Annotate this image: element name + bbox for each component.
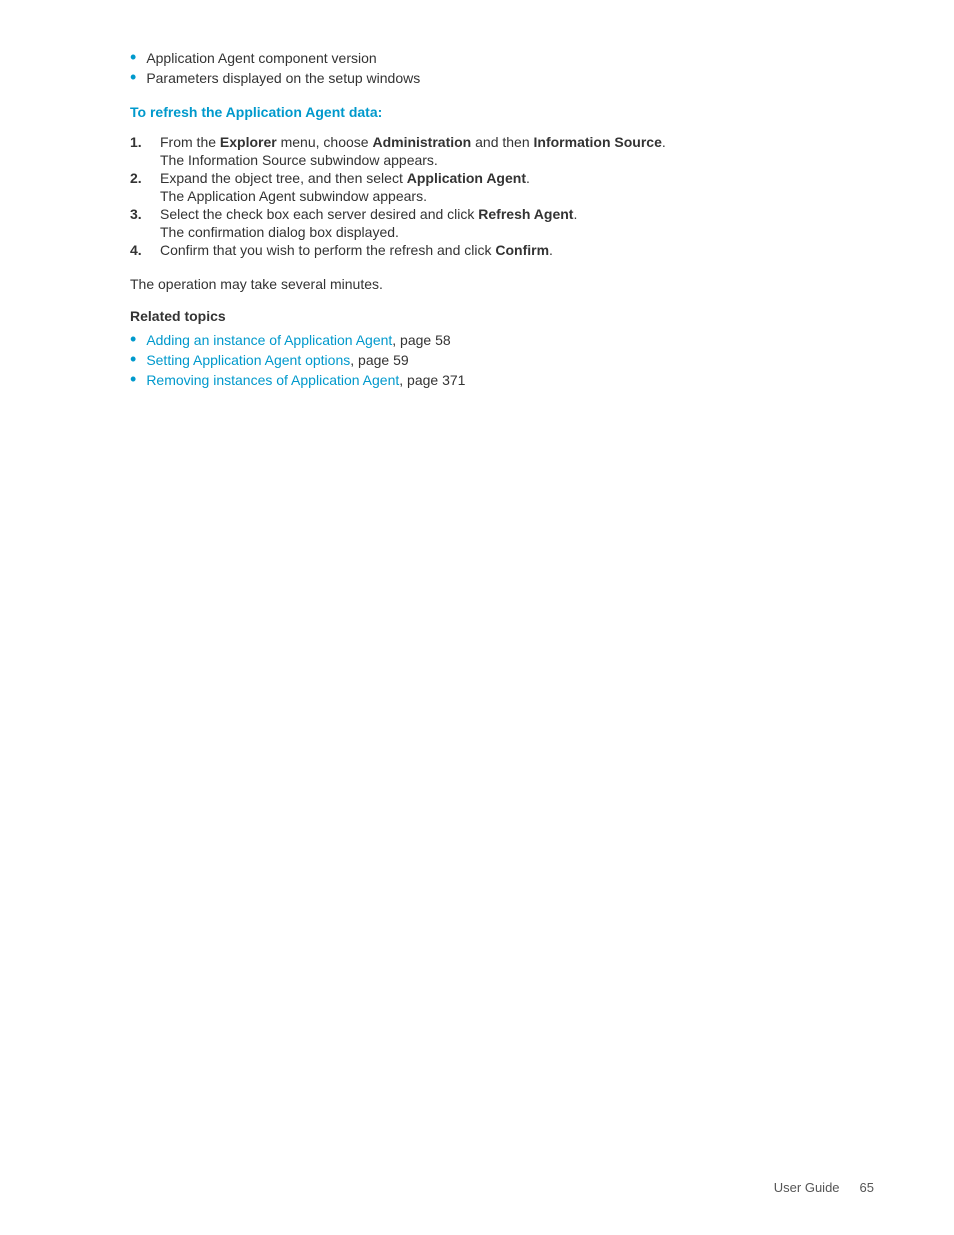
bullet-dot-1: • <box>130 48 136 66</box>
related-link-1[interactable]: Adding an instance of Application Agent <box>146 332 392 348</box>
bullet-item-1: • Application Agent component version <box>130 50 800 66</box>
step-1-content: From the Explorer menu, choose Administr… <box>160 134 800 150</box>
step-4-bold-1: Confirm <box>495 242 549 258</box>
step-2-number: 2. <box>130 170 160 186</box>
bullet-text-2: Parameters displayed on the setup window… <box>146 70 420 86</box>
related-item-2: • Setting Application Agent options, pag… <box>130 352 800 368</box>
step-4: 4. Confirm that you wish to perform the … <box>130 242 800 258</box>
step-1-subtext: The Information Source subwindow appears… <box>160 152 800 168</box>
step-2-subtext: The Application Agent subwindow appears. <box>160 188 800 204</box>
related-item-1: • Adding an instance of Application Agen… <box>130 332 800 348</box>
step-1-bold-2: Administration <box>372 134 471 150</box>
bullet-text-1: Application Agent component version <box>146 50 376 66</box>
related-item-2-content: Setting Application Agent options, page … <box>146 352 408 368</box>
step-1-bold-1: Explorer <box>220 134 277 150</box>
related-dot-1: • <box>130 330 136 348</box>
related-item-3-content: Removing instances of Application Agent,… <box>146 372 465 388</box>
step-3-subtext: The confirmation dialog box displayed. <box>160 224 800 240</box>
steps-list: 1. From the Explorer menu, choose Admini… <box>130 134 800 258</box>
related-topics-heading: Related topics <box>130 308 800 324</box>
related-link-3[interactable]: Removing instances of Application Agent <box>146 372 399 388</box>
related-dot-3: • <box>130 370 136 388</box>
related-link-3-suffix: , page 371 <box>399 372 465 388</box>
related-link-1-suffix: , page 58 <box>392 332 450 348</box>
related-link-2[interactable]: Setting Application Agent options <box>146 352 350 368</box>
step-2: 2. Expand the object tree, and then sele… <box>130 170 800 186</box>
step-4-number: 4. <box>130 242 160 258</box>
bullet-item-2: • Parameters displayed on the setup wind… <box>130 70 800 86</box>
related-links-list: • Adding an instance of Application Agen… <box>130 332 800 388</box>
related-link-2-suffix: , page 59 <box>350 352 408 368</box>
step-3: 3. Select the check box each server desi… <box>130 206 800 222</box>
operation-note: The operation may take several minutes. <box>130 276 800 292</box>
page-footer: User Guide 65 <box>774 1180 874 1195</box>
bullet-dot-2: • <box>130 68 136 86</box>
step-3-number: 3. <box>130 206 160 222</box>
step-3-bold-1: Refresh Agent <box>478 206 573 222</box>
step-2-content: Expand the object tree, and then select … <box>160 170 800 186</box>
section-heading: To refresh the Application Agent data: <box>130 104 800 120</box>
footer-page: 65 <box>860 1180 874 1195</box>
step-3-content: Select the check box each server desired… <box>160 206 800 222</box>
related-item-3: • Removing instances of Application Agen… <box>130 372 800 388</box>
step-1-bold-3: Information Source <box>534 134 662 150</box>
intro-bullet-list: • Application Agent component version • … <box>130 50 800 86</box>
step-1-number: 1. <box>130 134 160 150</box>
related-dot-2: • <box>130 350 136 368</box>
step-4-content: Confirm that you wish to perform the ref… <box>160 242 800 258</box>
step-2-bold-1: Application Agent <box>407 170 526 186</box>
step-1: 1. From the Explorer menu, choose Admini… <box>130 134 800 150</box>
related-item-1-content: Adding an instance of Application Agent,… <box>146 332 450 348</box>
page-content: • Application Agent component version • … <box>0 0 900 486</box>
footer-label: User Guide <box>774 1180 840 1195</box>
